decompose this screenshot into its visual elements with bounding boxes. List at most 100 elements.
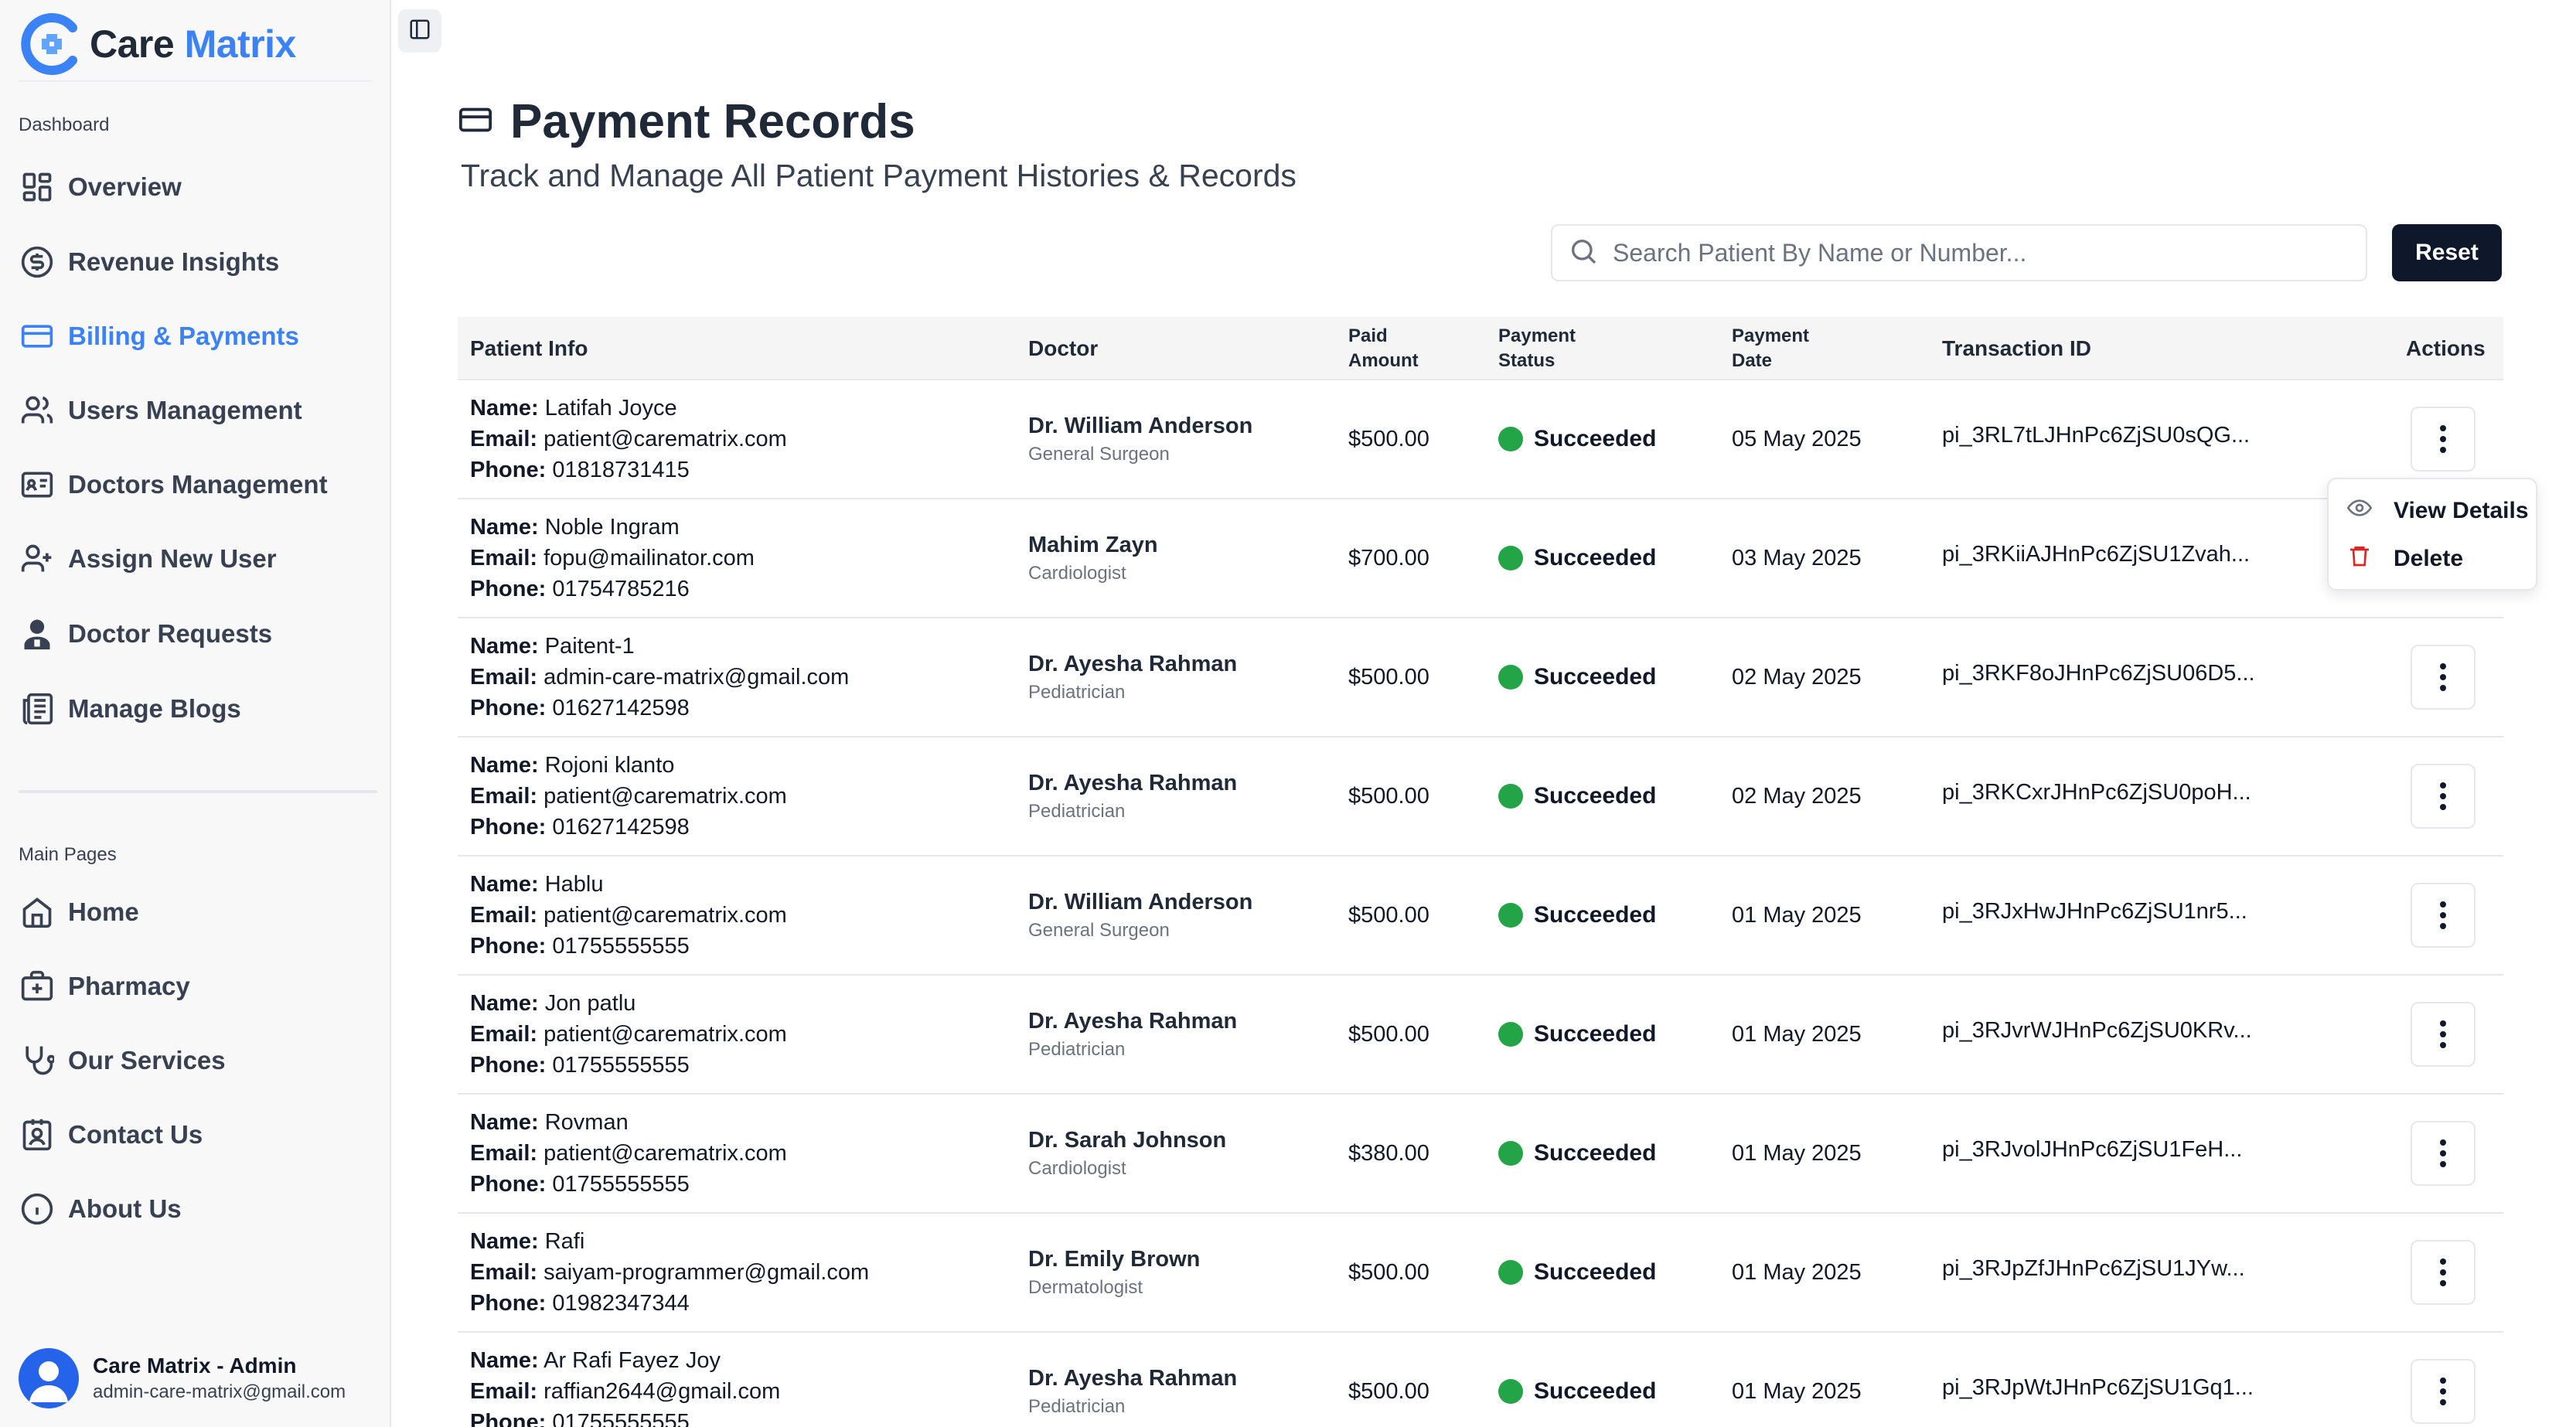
payment-date: 02 May 2025	[1732, 783, 1862, 809]
sidebar-item-label: Assign New User	[68, 544, 277, 573]
paid-amount: $500.00	[1348, 1378, 1429, 1404]
status-dot-icon	[1498, 1141, 1523, 1166]
doctor-specialty: General Surgeon	[1028, 919, 1170, 941]
status-dot-icon	[1498, 546, 1523, 570]
doctor-name: Dr. Sarah Johnson	[1028, 1127, 1227, 1153]
row-actions-button[interactable]	[2411, 764, 2475, 829]
doctor-name: Mahim Zayn	[1028, 532, 1158, 557]
table-row: Name: Rovman Email: patient@carematrix.co…	[458, 1095, 2503, 1214]
patient-info: Name: Rovman Email: patient@carematrix.co…	[470, 1095, 787, 1212]
delete-menu-item[interactable]: Delete	[2329, 535, 2536, 583]
table-row: Name: Ar Rafi Fayez Joy Email: raffian264…	[458, 1333, 2503, 1427]
doctor-specialty: Pediatrician	[1028, 1038, 1126, 1060]
status-badge: Succeeded	[1534, 1378, 1657, 1404]
row-actions-button[interactable]	[2411, 883, 2475, 948]
row-actions-button[interactable]	[2411, 1359, 2475, 1424]
payment-status: Succeeded	[1498, 499, 1656, 617]
paid-amount: $380.00	[1348, 1140, 1429, 1166]
sidebar-item-about-us[interactable]: About Us	[19, 1186, 182, 1232]
status-badge: Succeeded	[1534, 1021, 1657, 1047]
status-badge: Succeeded	[1534, 664, 1657, 690]
row-actions-button[interactable]	[2411, 1121, 2475, 1186]
sidebar-panel-icon	[408, 18, 431, 45]
contact-icon	[19, 1116, 56, 1153]
payments-table: Patient Info Doctor Paid Amount Payment St…	[458, 317, 2503, 1427]
patient-email: patient@carematrix.com	[543, 903, 787, 928]
doctor-info: Mahim Zayn Cardiologist	[1028, 499, 1158, 617]
sidebar-item-contact-us[interactable]: Contact Us	[19, 1112, 203, 1158]
sidebar-item-revenue-insights[interactable]: Revenue Insights	[19, 239, 279, 285]
doctor-info: Dr. William Anderson General Surgeon	[1028, 380, 1252, 498]
patient-phone: 01755555555	[552, 1410, 690, 1427]
sidebar-item-assign-new-user[interactable]: Assign New User	[19, 536, 277, 582]
name-label: Name:	[470, 396, 539, 421]
paid-amount: $500.00	[1348, 1259, 1429, 1285]
patient-phone: 01755555555	[552, 1053, 690, 1078]
search-input[interactable]	[1613, 238, 2347, 267]
section-label-main-pages: Main Pages	[19, 844, 117, 865]
patient-name: Hablu	[544, 872, 604, 897]
row-actions-button[interactable]	[2411, 645, 2475, 710]
patient-phone: 01982347344	[552, 1291, 690, 1316]
doctor-name: Dr. William Anderson	[1028, 889, 1253, 914]
sidebar-item-manage-blogs[interactable]: Manage Blogs	[19, 686, 241, 732]
sidebar-item-doctor-requests[interactable]: Doctor Requests	[19, 611, 272, 657]
table-row: Name: Latifah Joyce Email: patient@carema…	[458, 380, 2503, 499]
view-details-menu-item[interactable]: View Details	[2329, 487, 2536, 535]
sidebar-item-label: Users Management	[68, 396, 302, 424]
column-header-date: Payment Date	[1732, 325, 1810, 371]
payment-date: 01 May 2025	[1732, 1140, 1862, 1166]
transaction-id: pi_3RJpZfJHnPc6ZjSU1JYw...	[1942, 1255, 2245, 1281]
delete-label: Delete	[2394, 546, 2464, 571]
status-dot-icon	[1498, 903, 1523, 928]
email-label: Email:	[470, 1022, 538, 1047]
sidebar-item-label: About Us	[68, 1194, 182, 1223]
transaction-id: pi_3RJvrWJHnPc6ZjSU0KRv...	[1942, 1017, 2252, 1043]
status-dot-icon	[1498, 1022, 1523, 1047]
doctor-info: Dr. Ayesha Rahman Pediatrician	[1028, 737, 1237, 855]
sidebar-item-our-services[interactable]: Our Services	[19, 1037, 226, 1084]
sidebar-item-home[interactable]: Home	[19, 889, 139, 935]
reset-button[interactable]: Reset	[2392, 224, 2502, 281]
transaction-id: pi_3RJxHwJHnPc6ZjSU1nr5...	[1942, 898, 2247, 924]
patient-name: Rojoni klanto	[544, 753, 675, 778]
sidebar-item-pharmacy[interactable]: Pharmacy	[19, 963, 190, 1010]
sidebar-toggle-button[interactable]	[398, 9, 441, 53]
patient-name: Ar Rafi Fayez Joy	[543, 1348, 721, 1373]
row-actions-button[interactable]	[2411, 1240, 2475, 1305]
more-vertical-icon	[2440, 901, 2446, 929]
patient-email: fopu@mailinator.com	[543, 546, 755, 570]
phone-label: Phone:	[470, 934, 547, 959]
trash-icon	[2347, 543, 2372, 574]
transaction-id: pi_3RJpWtJHnPc6ZjSU1Gq1...	[1942, 1374, 2254, 1400]
doctor-name: Dr. William Anderson	[1028, 413, 1253, 438]
doctor-name: Dr. Ayesha Rahman	[1028, 1008, 1238, 1034]
sidebar-item-overview[interactable]: Overview	[19, 164, 182, 210]
patient-email: patient@carematrix.com	[543, 1022, 787, 1047]
sidebar-item-users-management[interactable]: Users Management	[19, 387, 302, 434]
email-label: Email:	[470, 1379, 538, 1404]
row-actions-button[interactable]	[2411, 1002, 2475, 1067]
paid-amount: $500.00	[1348, 664, 1429, 690]
search-box	[1551, 224, 2367, 281]
sidebar-item-label: Contact Us	[68, 1120, 203, 1149]
table-row: Name: Noble Ingram Email: fopu@mailinator…	[458, 499, 2503, 618]
user-plus-icon	[19, 540, 56, 577]
phone-label: Phone:	[470, 1410, 547, 1427]
patient-phone: 01627142598	[552, 815, 690, 840]
phone-label: Phone:	[470, 458, 547, 482]
name-label: Name:	[470, 1348, 539, 1373]
patient-phone: 01755555555	[552, 1172, 690, 1197]
sidebar-item-billing-payments[interactable]: Billing & Payments	[19, 313, 299, 359]
more-vertical-icon	[2440, 663, 2446, 691]
row-actions-button[interactable]	[2411, 407, 2475, 472]
patient-info: Name: Rafi Email: saiyam-programmer@gmail…	[470, 1214, 869, 1331]
id-card-icon	[19, 466, 56, 503]
current-user[interactable]: Care Matrix - Admin admin-care-matrix@gm…	[19, 1348, 346, 1408]
patient-email: raffian2644@gmail.com	[543, 1379, 781, 1404]
status-badge: Succeeded	[1534, 783, 1657, 809]
brand-logo[interactable]: Care Matrix	[19, 8, 296, 80]
sidebar-item-doctors-management[interactable]: Doctors Management	[19, 461, 328, 508]
sidebar-item-label: Home	[68, 897, 139, 926]
patient-email: patient@carematrix.com	[543, 784, 787, 809]
